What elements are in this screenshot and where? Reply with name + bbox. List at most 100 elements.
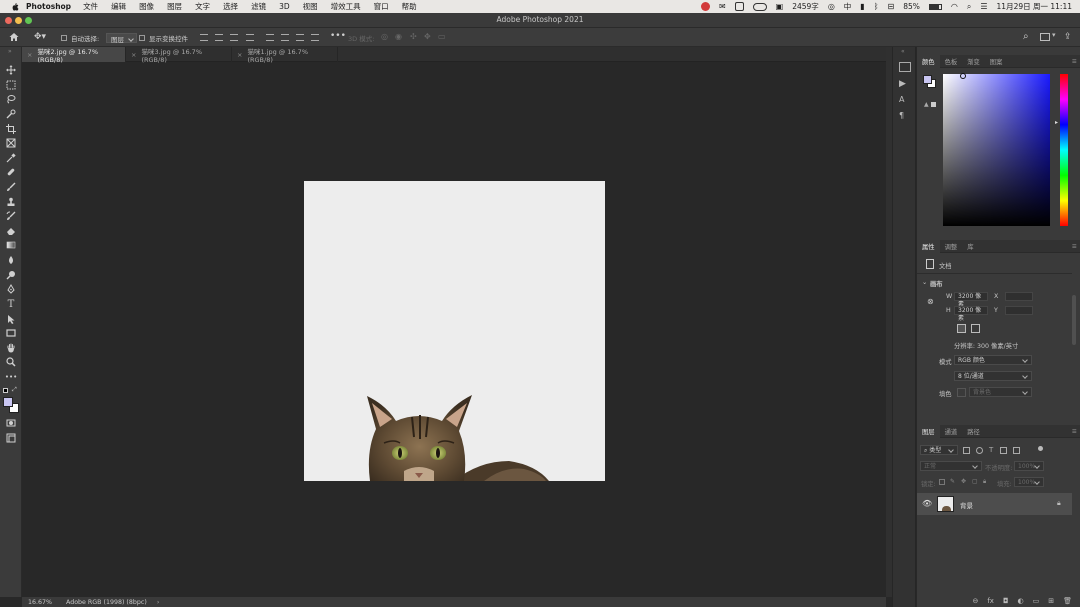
auto-select-target-dropdown[interactable]: 图层 bbox=[106, 32, 137, 44]
tab-libraries[interactable]: 库 bbox=[962, 240, 978, 253]
color-picker-cursor[interactable] bbox=[960, 73, 966, 79]
hue-slider-handle[interactable]: ▸ bbox=[1055, 119, 1058, 126]
filter-pixel-icon[interactable] bbox=[963, 447, 970, 454]
align-bottom-icon[interactable] bbox=[296, 34, 304, 41]
search-icon[interactable]: ⌕ bbox=[967, 2, 971, 12]
lock-position-icon[interactable]: ✥ bbox=[961, 478, 966, 485]
lock-artboard-icon[interactable]: ▢ bbox=[972, 478, 978, 485]
layer-row[interactable]: 👁︎ 背景 🔒︎ bbox=[917, 493, 1072, 515]
width-field[interactable]: 3200 像素 bbox=[954, 292, 988, 308]
search-icon[interactable]: ⌕ bbox=[1023, 31, 1029, 42]
marquee-tool-icon[interactable] bbox=[5, 80, 17, 90]
landscape-orientation-icon[interactable] bbox=[971, 324, 980, 333]
character-panel-icon[interactable]: A bbox=[899, 95, 904, 104]
portrait-orientation-icon[interactable] bbox=[957, 324, 966, 333]
app-menu[interactable]: Photoshop bbox=[26, 2, 71, 11]
lock-all-icon[interactable]: 🔒︎ bbox=[983, 478, 986, 486]
auto-select-checkbox[interactable]: 自动选择: bbox=[61, 32, 99, 43]
tab-cat2[interactable]: × 猫咪2.jpg @ 16.7%(RGB/8) bbox=[22, 47, 126, 64]
tab-layers[interactable]: 图层 bbox=[917, 424, 940, 438]
3d-camera-icon[interactable]: ▭ bbox=[438, 32, 446, 41]
align-top-icon[interactable] bbox=[266, 34, 274, 41]
menu-filter[interactable]: 滤镜 bbox=[251, 1, 266, 12]
tab-properties[interactable]: 属性 bbox=[917, 239, 940, 253]
filter-smart-object-icon[interactable] bbox=[1013, 447, 1020, 454]
more-options-icon[interactable]: ••• bbox=[330, 31, 346, 41]
sync-icon[interactable]: ◎ bbox=[828, 2, 835, 11]
brush-tool-icon[interactable] bbox=[5, 182, 17, 192]
filter-shape-icon[interactable] bbox=[1000, 447, 1007, 454]
wifi-icon[interactable]: ◠ bbox=[951, 2, 958, 11]
canvas-chevron-icon[interactable]: ⌄ bbox=[922, 279, 927, 286]
menu-layer[interactable]: 图层 bbox=[167, 1, 182, 12]
eraser-tool-icon[interactable] bbox=[5, 226, 17, 236]
panel-menu-icon[interactable]: ≡ bbox=[1072, 428, 1077, 435]
panel-foreground-swatch[interactable] bbox=[923, 75, 932, 84]
show-transform-check-icon[interactable] bbox=[139, 34, 145, 41]
crop-tool-icon[interactable] bbox=[5, 124, 17, 134]
menu-plugins[interactable]: 增效工具 bbox=[331, 1, 361, 12]
align-middle-icon[interactable] bbox=[281, 34, 289, 41]
screen-icon[interactable] bbox=[734, 2, 744, 11]
align-center-icon[interactable] bbox=[215, 34, 223, 41]
history-brush-tool-icon[interactable] bbox=[5, 211, 17, 221]
hand-tool-icon[interactable] bbox=[5, 343, 17, 353]
new-group-icon[interactable]: ▭ bbox=[1033, 597, 1040, 605]
more-tools-icon[interactable]: ••• bbox=[5, 372, 17, 382]
close-tab-icon[interactable]: × bbox=[27, 51, 32, 59]
bluetooth-icon[interactable]: ᛒ bbox=[874, 2, 879, 11]
tab-swatches[interactable]: 色板 bbox=[940, 55, 963, 68]
quick-selection-tool-icon[interactable] bbox=[5, 109, 17, 119]
toolbar-collapse-icon[interactable]: » bbox=[8, 48, 12, 55]
frame-tool-icon[interactable] bbox=[5, 138, 17, 148]
tab-adjustments[interactable]: 调整 bbox=[940, 240, 963, 253]
close-tab-icon[interactable]: × bbox=[237, 51, 242, 59]
wechat-icon[interactable]: ✉ bbox=[719, 2, 726, 11]
layer-style-icon[interactable]: fx bbox=[987, 597, 994, 605]
filter-type-icon[interactable]: T bbox=[989, 446, 993, 454]
web-safe-icon[interactable] bbox=[931, 102, 936, 107]
show-transform-checkbox[interactable]: 显示变换控件 bbox=[139, 32, 188, 43]
link-dimensions-icon[interactable]: ⊗ bbox=[927, 297, 934, 306]
menu-view[interactable]: 视图 bbox=[303, 1, 318, 12]
path-selection-tool-icon[interactable] bbox=[5, 314, 17, 324]
history-panel-icon[interactable] bbox=[899, 62, 911, 72]
menu-image[interactable]: 图像 bbox=[139, 1, 154, 12]
hue-slider[interactable] bbox=[1060, 74, 1068, 226]
quick-mask-icon[interactable] bbox=[5, 418, 17, 428]
lock-image-icon[interactable]: ✎ bbox=[950, 478, 955, 485]
filter-toggle-icon[interactable] bbox=[1038, 446, 1043, 451]
align-right-icon[interactable] bbox=[230, 34, 238, 41]
menu-type[interactable]: 文字 bbox=[195, 1, 210, 12]
document-canvas[interactable] bbox=[304, 181, 605, 481]
lasso-tool-icon[interactable] bbox=[5, 94, 17, 104]
new-layer-icon[interactable]: ⊞ bbox=[1048, 597, 1054, 605]
x-field[interactable] bbox=[1005, 292, 1033, 301]
layer-filter-select[interactable]: ⌕ 类型 bbox=[920, 445, 958, 455]
filter-adjustment-icon[interactable] bbox=[976, 447, 983, 454]
height-field[interactable]: 3200 像素 bbox=[954, 306, 988, 322]
mode-select[interactable]: RGB 颜色 bbox=[954, 355, 1032, 365]
actions-panel-icon[interactable]: ▶ bbox=[899, 79, 906, 89]
control-center-icon[interactable]: ☰ bbox=[980, 2, 987, 11]
layer-lock-icon[interactable]: 🔒︎ bbox=[1057, 499, 1061, 508]
layer-name[interactable]: 背景 bbox=[960, 500, 973, 510]
add-mask-icon[interactable]: ◘ bbox=[1003, 597, 1009, 605]
gradient-tool-icon[interactable] bbox=[5, 240, 17, 250]
visibility-eye-icon[interactable]: 👁︎ bbox=[922, 499, 932, 508]
menu-3d[interactable]: 3D bbox=[279, 2, 290, 11]
tab-gradients[interactable]: 渐变 bbox=[962, 55, 985, 68]
screen-mode-icon[interactable] bbox=[5, 433, 17, 443]
move-tool-icon[interactable] bbox=[5, 65, 17, 75]
3d-roll-icon[interactable]: ◉ bbox=[395, 32, 402, 41]
tab-cat3[interactable]: × 猫咪3.jpg @ 16.7%(RGB/8) bbox=[126, 47, 232, 64]
3d-slide-icon[interactable]: ✥ bbox=[424, 32, 431, 41]
default-colors-icon[interactable] bbox=[3, 388, 8, 393]
paragraph-panel-icon[interactable]: ¶ bbox=[899, 111, 904, 120]
menu-help[interactable]: 帮助 bbox=[402, 1, 417, 12]
menu-edit[interactable]: 编辑 bbox=[111, 1, 126, 12]
menu-file[interactable]: 文件 bbox=[83, 1, 98, 12]
zoom-level[interactable]: 16.67% bbox=[28, 599, 66, 606]
auto-select-check-icon[interactable] bbox=[61, 34, 67, 41]
fill-field[interactable]: 100% bbox=[1014, 477, 1044, 487]
